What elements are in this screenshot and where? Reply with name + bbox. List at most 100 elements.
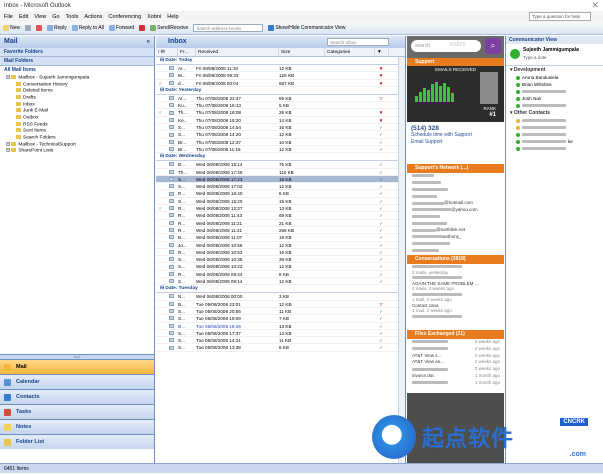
file-item[interactable]: invoice.doc 1 month ago: [412, 373, 504, 380]
mail-row[interactable]: N... Wed 06/08/2008 00:00 3 KB: [156, 293, 405, 301]
mail-row[interactable]: S... Wed 06/08/2008 17:23 18 KB ✓: [156, 175, 405, 184]
contact-item[interactable]: [506, 124, 603, 131]
network-contact[interactable]: [412, 221, 504, 228]
group-header[interactable]: ⊟ Date: Today: [156, 57, 405, 65]
reply-button[interactable]: Reply: [47, 25, 67, 31]
conversation-item[interactable]: AGAIN THE SAME PROBLEM ... 3 mails, 2 wee…: [412, 281, 504, 292]
flag-icon[interactable]: ✓: [375, 242, 387, 248]
address-book-search[interactable]: Search address books: [193, 24, 264, 32]
folder-sharepoint-lists[interactable]: ⊟ SharePoint Lists: [6, 148, 154, 155]
flag-icon[interactable]: ▽: [375, 301, 387, 307]
phone-number[interactable]: (514) 328: [411, 125, 500, 132]
conversation-item[interactable]: 1 mail, 2 weeks ago: [412, 292, 504, 303]
delete-button[interactable]: [36, 25, 43, 31]
col-from[interactable]: Fr...: [178, 48, 196, 56]
flag-icon[interactable]: ✓: [375, 278, 387, 284]
print-button[interactable]: [25, 25, 32, 31]
mail-row[interactable]: Ar... Thu 07/08/2008 23:47 55 KB ▽: [156, 95, 405, 103]
flag-icon[interactable]: ✓: [375, 161, 387, 167]
mail-row[interactable]: R... Wed 06/08/2008 10:53 16 KB ✓: [156, 249, 405, 257]
files-header[interactable]: Files Exchanged (21): [407, 330, 504, 339]
note-input[interactable]: Type a note: [523, 55, 547, 60]
menu-tools[interactable]: Tools: [66, 14, 79, 20]
flag-icon[interactable]: [375, 102, 387, 108]
network-contact[interactable]: anthony_: [412, 234, 504, 241]
menu-help[interactable]: Help: [167, 14, 178, 20]
flag-icon[interactable]: ✓: [375, 198, 387, 204]
mail-row[interactable]: B... Wed 06/08/2008 18:14 75 KB ✓: [156, 161, 405, 169]
flag-icon[interactable]: ✓: [375, 190, 387, 196]
flag-icon[interactable]: ✓: [375, 146, 387, 152]
mail-row[interactable]: S... Wed 06/08/2008 09:14 12 KB ✓: [156, 278, 405, 286]
mail-row[interactable]: Th... Wed 06/08/2008 17:48 110 KB ✓: [156, 169, 405, 176]
network-header[interactable]: Support's Network (...): [407, 164, 504, 173]
flag-icon[interactable]: ✓: [375, 183, 387, 189]
network-contact[interactable]: [412, 248, 504, 255]
mail-folders-header[interactable]: Mail Folders: [0, 57, 154, 66]
communicator-toggle-button[interactable]: Show/Hide Communicator View: [268, 25, 346, 31]
flag-icon[interactable]: ✓: [375, 330, 387, 336]
mail-row[interactable]: S... Wed 06/08/2008 15:20 15 KB ✓: [156, 198, 405, 206]
xobni-search-input[interactable]: search: [411, 40, 481, 52]
folder-inbox[interactable]: Inbox: [6, 101, 154, 109]
folder-deleted-items[interactable]: Deleted Items: [6, 88, 154, 95]
mail-row[interactable]: R... Wed 06/08/2008 16:40 6 KB ✓: [156, 190, 405, 198]
close-icon[interactable]: ✕: [591, 0, 599, 11]
mail-row[interactable]: S... Thu 07/08/2008 14:54 16 KB ✓: [156, 124, 405, 132]
file-item[interactable]: 2 weeks ago: [412, 346, 504, 353]
nav-button-contacts[interactable]: Contacts: [0, 389, 154, 404]
group-development[interactable]: ▾ Development: [506, 66, 603, 74]
flag-icon[interactable]: ✓: [375, 256, 387, 262]
contact-item[interactable]: [506, 145, 603, 152]
flag-icon[interactable]: ✓: [375, 124, 387, 130]
flag-icon[interactable]: ✓: [375, 220, 387, 226]
menu-file[interactable]: File: [4, 14, 13, 20]
mail-row[interactable]: S... Tue 05/08/2008 13:38 6 KB ✓: [156, 344, 405, 352]
contact-item[interactable]: Josh Nair: [506, 95, 603, 102]
mail-row[interactable]: ! Th... Thu 07/08/2008 16:08 26 KB ▼: [156, 109, 405, 117]
mail-row[interactable]: S... Tue 05/08/2008 17:37 13 KB ✓: [156, 330, 405, 338]
folder-rss-feeds[interactable]: RSS Feeds: [6, 121, 154, 129]
group-header[interactable]: ⊟ Date: Wednesday: [156, 153, 405, 162]
flag-icon[interactable]: ✓: [375, 234, 387, 240]
flag-icon[interactable]: ✓: [375, 308, 387, 314]
col-categories[interactable]: Categories: [325, 48, 375, 56]
file-item[interactable]: 2 weeks ago: [412, 366, 504, 373]
folder-search-folders[interactable]: Search Folders: [6, 135, 154, 142]
inbox-search-input[interactable]: Search Inbox: [327, 38, 389, 46]
flag-icon[interactable]: ✓: [375, 205, 387, 211]
network-contact[interactable]: [412, 241, 504, 248]
search-icon[interactable]: ⌕: [485, 38, 501, 54]
group-header[interactable]: ⊟ Date: Tuesday: [156, 285, 405, 294]
mail-row[interactable]: B... Wed 06/08/2008 11:07 18 KB ✓: [156, 234, 405, 242]
flag-icon[interactable]: ✓: [375, 212, 387, 218]
conversations-header[interactable]: Conversations (3818): [407, 255, 504, 264]
file-item[interactable]: 1 month ago: [412, 380, 504, 387]
conversation-item[interactable]: [412, 314, 504, 320]
mail-row[interactable]: R... Wed 06/08/2008 11:21 268 KB ✓: [156, 227, 405, 235]
contact-item[interactable]: Brian Wiltshire: [506, 81, 603, 88]
flag-icon[interactable]: ✓: [375, 344, 387, 350]
mail-row[interactable]: S... Wed 06/08/2008 10:35 38 KB ✓: [156, 256, 405, 264]
mail-row[interactable]: Br... Thu 07/08/2008 12:37 10 KB ✓: [156, 139, 405, 146]
menu-conferencing[interactable]: Conferencing: [108, 14, 141, 20]
flag-icon[interactable]: ✓: [375, 139, 387, 145]
col-received[interactable]: Received: [196, 48, 279, 56]
folder-mailbox-technicalsupport[interactable]: ⊟ Mailbox - TechnicalSupport: [6, 141, 154, 149]
flag-icon[interactable]: ▼: [375, 65, 387, 71]
file-item[interactable]: 2 weeks ago: [412, 339, 504, 346]
mail-row[interactable]: Jo... Wed 06/08/2008 10:59 12 KB ✓: [156, 242, 405, 249]
folder-mailbox-sujeeth-jammigumpala[interactable]: ⊟ Mailbox - Sujeeth Jammigumpala: [6, 75, 154, 82]
mail-row[interactable]: R... Wed 06/08/2008 11:21 21 KB ✓: [156, 220, 405, 227]
forward-button[interactable]: Forward: [108, 25, 134, 31]
conversation-item[interactable]: 3 mails, yesterday: [412, 264, 504, 275]
categorize-button[interactable]: [139, 25, 146, 31]
flag-icon[interactable]: ▼: [375, 72, 387, 78]
mail-row[interactable]: R... Wed 06/08/2008 09:44 8 KB ✓: [156, 271, 405, 279]
menu-edit[interactable]: Edit: [19, 14, 28, 20]
flag-icon[interactable]: ▽: [375, 95, 387, 101]
menu-actions[interactable]: Actions: [84, 14, 102, 20]
contact-item[interactable]: Aruna Bandusiela: [506, 74, 603, 81]
file-item[interactable]: AT&T View s... 2 weeks ago: [412, 353, 504, 360]
mail-row[interactable]: S... Wed 06/08/2008 17:02 12 KB ✓: [156, 183, 405, 191]
